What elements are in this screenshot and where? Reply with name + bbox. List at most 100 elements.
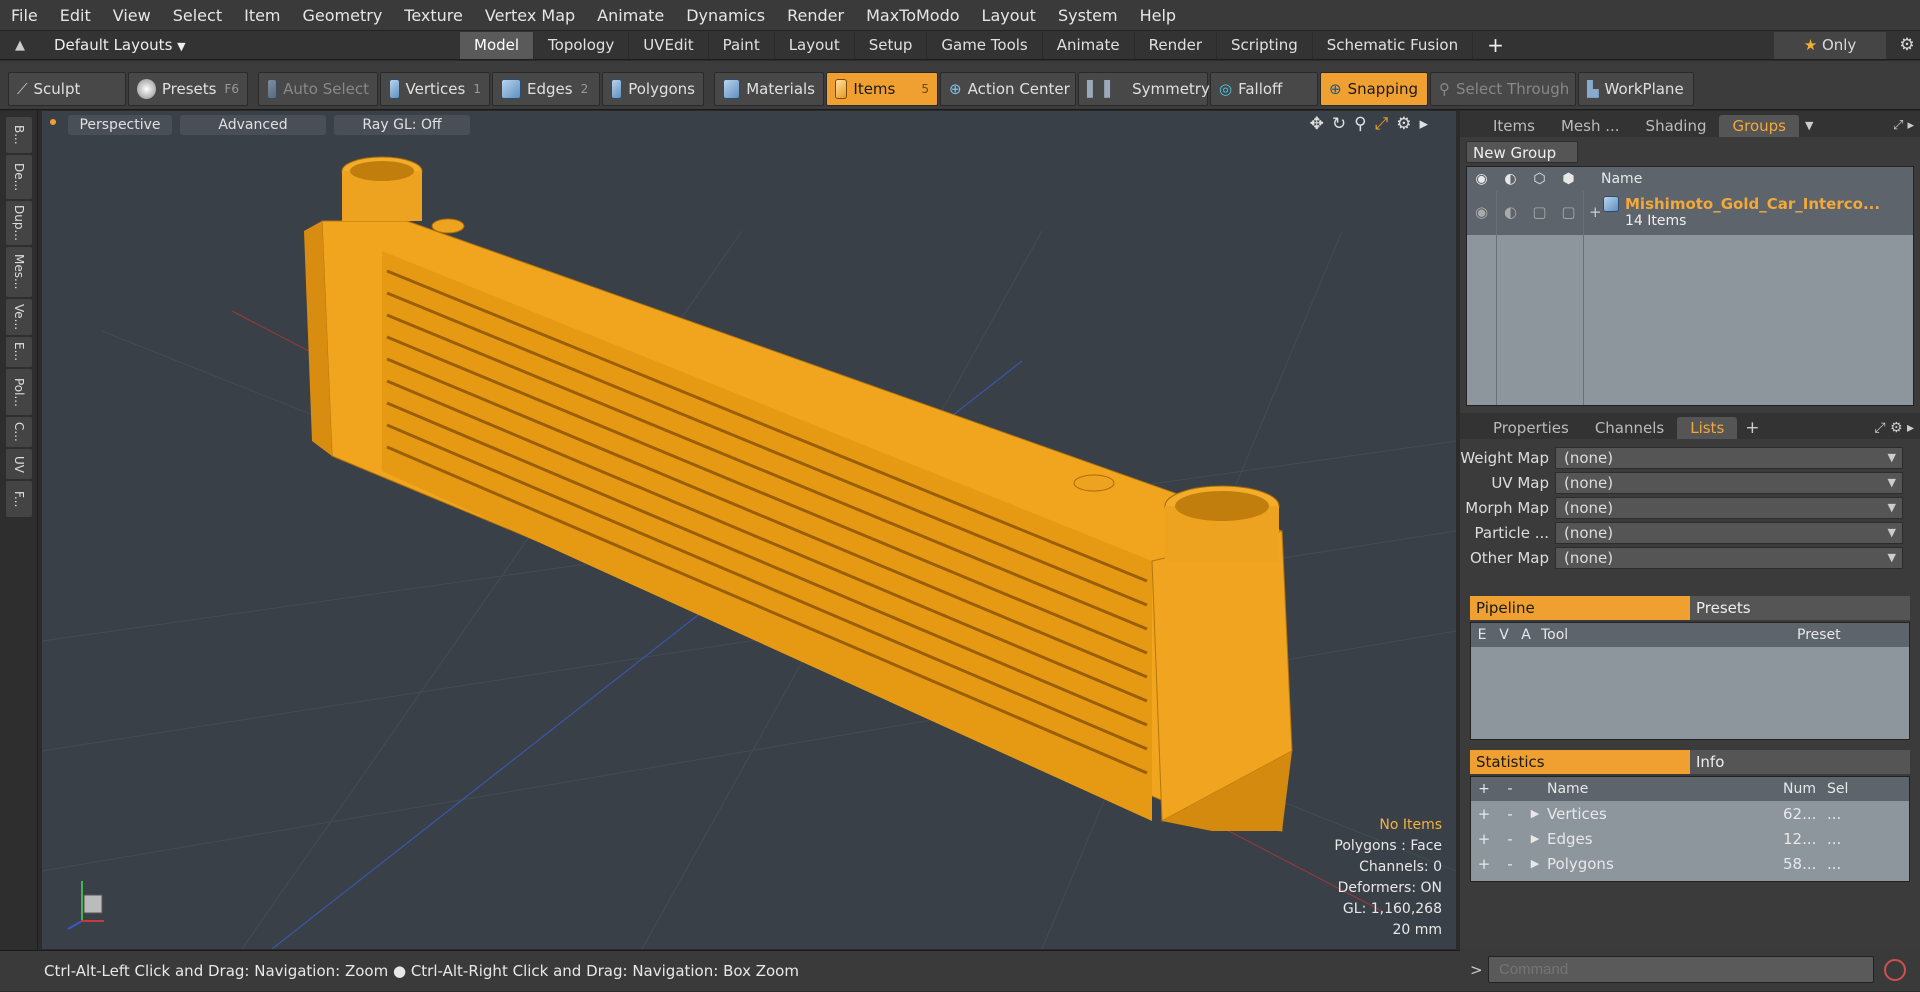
shading-advanced-button[interactable]: Advanced (180, 115, 326, 135)
play-icon[interactable]: ▸ (1419, 114, 1436, 134)
snapping-button[interactable]: ⊕ Snapping (1320, 71, 1428, 106)
left-tab-fusion[interactable]: F... (6, 481, 32, 517)
left-tab-edge[interactable]: E... (6, 337, 32, 367)
stats-row-vertices[interactable]: + - ▶ Vertices 62...... (1471, 801, 1909, 826)
left-tab-uv[interactable]: UV (6, 449, 32, 479)
tab-animate[interactable]: Animate (1043, 31, 1135, 59)
workplane-button[interactable]: ▙ WorkPlane (1578, 71, 1694, 106)
rotate-view-icon[interactable]: ↻ (1332, 114, 1354, 134)
tab-layout[interactable]: Layout (775, 31, 855, 59)
expand-arrow-icon[interactable]: ▶ (1523, 857, 1547, 870)
viewport-gear-icon[interactable]: ⚙ (1396, 114, 1419, 134)
symmetry-button[interactable]: ▌▐ Symmetry (1078, 71, 1210, 106)
expand-icon[interactable]: + (1589, 203, 1603, 221)
tab-properties[interactable]: Properties (1480, 417, 1582, 439)
items-button[interactable]: Items 5 (826, 71, 938, 106)
left-tab-duplicate[interactable]: Dup... (6, 201, 32, 245)
menu-view[interactable]: View (102, 0, 162, 31)
only-toggle[interactable]: ★ Only (1774, 31, 1886, 59)
record-icon[interactable] (1884, 958, 1906, 981)
zoom-view-icon[interactable]: ⚲ (1354, 114, 1374, 134)
view-perspective-button[interactable]: Perspective (68, 115, 172, 135)
menu-select[interactable]: Select (162, 0, 233, 31)
polygons-button[interactable]: Polygons (602, 71, 704, 106)
menu-edit[interactable]: Edit (49, 0, 102, 31)
menu-vertex-map[interactable]: Vertex Map (474, 0, 586, 31)
presets-button[interactable]: Presets F6 (128, 71, 248, 106)
add-tab-icon[interactable]: + (1473, 33, 1518, 57)
tab-presets[interactable]: Presets (1690, 596, 1910, 620)
visibility-eye-icon[interactable]: ◉ (1467, 203, 1496, 221)
tab-info[interactable]: Info (1690, 750, 1910, 774)
menu-system[interactable]: System (1047, 0, 1129, 31)
auto-select-button[interactable]: Auto Select (258, 71, 378, 106)
menu-texture[interactable]: Texture (393, 0, 474, 31)
stats-add-icon[interactable]: + (1471, 830, 1497, 848)
raygl-toggle[interactable]: Ray GL: Off (334, 115, 470, 135)
new-group-button[interactable]: New Group (1466, 141, 1578, 163)
stats-remove-icon[interactable]: - (1497, 805, 1523, 823)
vertices-button[interactable]: Vertices 1 (380, 71, 490, 106)
stats-row-edges[interactable]: + - ▶ Edges 12...... (1471, 826, 1909, 851)
menu-geometry[interactable]: Geometry (292, 0, 394, 31)
move-view-icon[interactable]: ✥ (1310, 114, 1332, 134)
tab-scripting[interactable]: Scripting (1217, 31, 1313, 59)
menu-layout[interactable]: Layout (971, 0, 1047, 31)
falloff-button[interactable]: ◎ Falloff (1210, 71, 1318, 106)
tab-uvedit[interactable]: UVEdit (629, 31, 709, 59)
tab-render[interactable]: Render (1135, 31, 1218, 59)
stats-add-icon[interactable]: + (1471, 855, 1497, 873)
tab-topology[interactable]: Topology (534, 31, 630, 59)
menu-animate[interactable]: Animate (586, 0, 675, 31)
gear-icon[interactable]: ⚙ (1894, 35, 1920, 55)
morph-map-select[interactable]: (none) (1555, 496, 1903, 519)
left-tab-vertex[interactable]: Ve... (6, 299, 32, 335)
maximize-icon[interactable]: ⤢ (1375, 114, 1397, 134)
uv-map-select[interactable]: (none) (1555, 471, 1903, 494)
left-tab-deform[interactable]: De... (6, 155, 32, 199)
menu-help[interactable]: Help (1129, 0, 1187, 31)
materials-button[interactable]: Materials (714, 71, 824, 106)
edges-button[interactable]: Edges 2 (492, 71, 600, 106)
expand-arrow-icon[interactable]: ▶ (1523, 832, 1547, 845)
layout-preset-dropdown[interactable]: Default Layouts ▼ (40, 36, 460, 54)
tab-mesh[interactable]: Mesh ... (1548, 115, 1633, 137)
stats-remove-icon[interactable]: - (1497, 855, 1523, 873)
action-center-button[interactable]: ⊕ Action Center (940, 71, 1076, 106)
weight-map-select[interactable]: (none) (1555, 446, 1903, 469)
menu-file[interactable]: File (0, 0, 49, 31)
tab-groups[interactable]: Groups (1719, 115, 1799, 137)
tab-paint[interactable]: Paint (709, 31, 775, 59)
add-panel-icon[interactable]: + (1745, 417, 1759, 439)
tab-lists[interactable]: Lists (1677, 417, 1738, 439)
menu-dynamics[interactable]: Dynamics (675, 0, 776, 31)
properties-gear-icon[interactable]: ⤢ ⚙ ▸ (1874, 417, 1914, 439)
menu-item[interactable]: Item (233, 0, 291, 31)
panel-expand-icon[interactable]: ⤢ ▸ (1893, 115, 1914, 137)
select-through-button[interactable]: ⚲ Select Through (1430, 71, 1576, 106)
left-tab-basic[interactable]: B... (6, 117, 32, 153)
tab-statistics[interactable]: Statistics (1470, 750, 1690, 774)
stats-remove-icon[interactable]: - (1497, 830, 1523, 848)
tab-pipeline[interactable]: Pipeline (1470, 596, 1690, 620)
tab-channels[interactable]: Channels (1582, 417, 1677, 439)
tab-items[interactable]: Items (1480, 115, 1548, 137)
tabs-dropdown-icon[interactable]: ▼ (1805, 115, 1813, 137)
particle-select[interactable]: (none) (1555, 521, 1903, 544)
tab-shading[interactable]: Shading (1633, 115, 1720, 137)
collapse-icon[interactable]: ▲ (0, 38, 40, 53)
left-tab-polygon[interactable]: Pol... (6, 369, 32, 415)
menu-render[interactable]: Render (776, 0, 855, 31)
stats-row-polygons[interactable]: + - ▶ Polygons 58...... (1471, 851, 1909, 876)
left-tab-mesh-edit[interactable]: Mes... (6, 247, 32, 297)
3d-viewport[interactable]: Perspective Advanced Ray GL: Off ✥↻⚲⤢⚙▸ … (42, 111, 1456, 949)
menu-maxtomodo[interactable]: MaxToModo (855, 0, 970, 31)
tab-model[interactable]: Model (460, 31, 535, 59)
command-input[interactable] (1488, 956, 1874, 983)
tab-game-tools[interactable]: Game Tools (927, 31, 1043, 59)
stats-add-icon[interactable]: + (1471, 805, 1497, 823)
sculpt-button[interactable]: ⟋ Sculpt (8, 71, 126, 106)
tab-schematic-fusion[interactable]: Schematic Fusion (1313, 31, 1474, 59)
left-tab-curve[interactable]: C... (6, 417, 32, 447)
tab-setup[interactable]: Setup (855, 31, 928, 59)
